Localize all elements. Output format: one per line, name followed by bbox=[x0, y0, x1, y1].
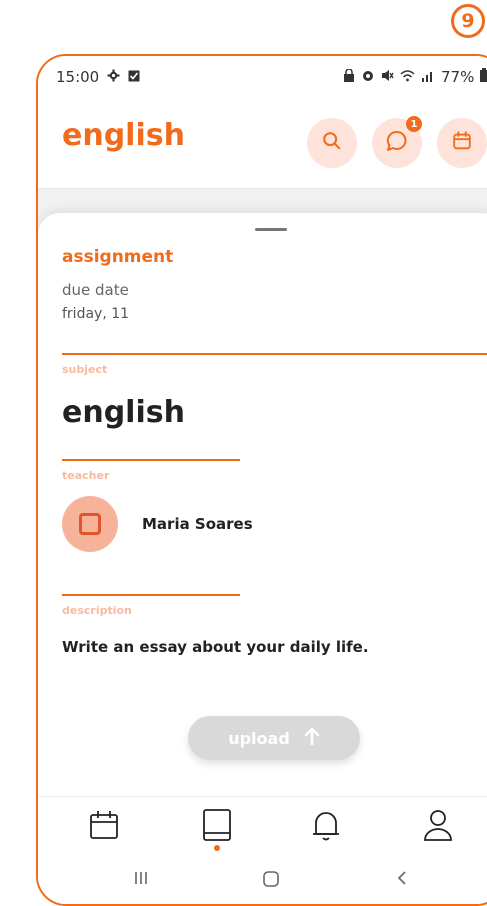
status-time: 15:00 bbox=[56, 68, 100, 86]
nav-profile[interactable] bbox=[418, 807, 458, 847]
search-button[interactable] bbox=[307, 118, 357, 168]
notification-badge: 1 bbox=[406, 116, 422, 132]
search-icon bbox=[321, 130, 343, 156]
subject-value: english bbox=[62, 395, 185, 430]
description-text: Write an essay about your daily life. bbox=[62, 638, 369, 656]
lock-icon bbox=[343, 68, 355, 86]
home-icon[interactable] bbox=[262, 870, 280, 893]
book-icon bbox=[201, 808, 233, 846]
subject-label: subject bbox=[62, 363, 108, 376]
divider bbox=[62, 594, 240, 596]
app-bar: english 1 bbox=[38, 98, 487, 189]
calendar-icon bbox=[451, 130, 473, 156]
teacher-label: teacher bbox=[62, 469, 110, 482]
checkbox-notification-icon bbox=[128, 68, 140, 86]
bell-icon bbox=[310, 808, 342, 846]
active-indicator bbox=[214, 845, 220, 851]
wifi-icon bbox=[400, 68, 415, 86]
avatar bbox=[62, 496, 118, 552]
phone-frame: 15:00 77% english 1 assignment due date … bbox=[36, 54, 487, 906]
battery-percent: 77% bbox=[441, 68, 475, 86]
upload-label: upload bbox=[228, 728, 290, 748]
back-icon[interactable] bbox=[396, 870, 408, 891]
nav-book[interactable] bbox=[197, 807, 237, 847]
nav-notifications[interactable] bbox=[306, 807, 346, 847]
due-date-label: due date bbox=[62, 281, 129, 299]
settings-gear-icon bbox=[107, 68, 120, 86]
calendar-icon bbox=[88, 809, 120, 845]
alarm-icon bbox=[361, 68, 375, 86]
page-title: english bbox=[62, 118, 185, 153]
assignment-heading: assignment bbox=[62, 247, 174, 267]
profile-icon bbox=[422, 808, 454, 846]
battery-icon bbox=[480, 68, 487, 86]
status-bar: 15:00 77% bbox=[38, 56, 487, 98]
step-badge: 9 bbox=[451, 4, 485, 38]
teacher-name: Maria Soares bbox=[142, 515, 253, 533]
calendar-button[interactable] bbox=[437, 118, 487, 168]
divider bbox=[62, 459, 240, 461]
bottom-navigation bbox=[38, 796, 487, 855]
avatar-placeholder-icon bbox=[79, 513, 101, 535]
drag-handle[interactable] bbox=[255, 228, 287, 231]
due-date-value: friday, 11 bbox=[62, 306, 130, 322]
system-navigation-bar bbox=[38, 856, 487, 904]
chat-bubble-icon bbox=[385, 129, 409, 157]
recent-apps-icon[interactable] bbox=[134, 870, 148, 891]
signal-icon bbox=[421, 68, 435, 86]
arrow-up-icon bbox=[304, 727, 320, 749]
divider bbox=[62, 353, 487, 355]
description-label: description bbox=[62, 604, 132, 617]
mute-icon bbox=[381, 68, 394, 86]
messages-button[interactable]: 1 bbox=[372, 116, 422, 168]
nav-calendar[interactable] bbox=[84, 807, 124, 847]
upload-button[interactable]: upload bbox=[188, 716, 360, 760]
